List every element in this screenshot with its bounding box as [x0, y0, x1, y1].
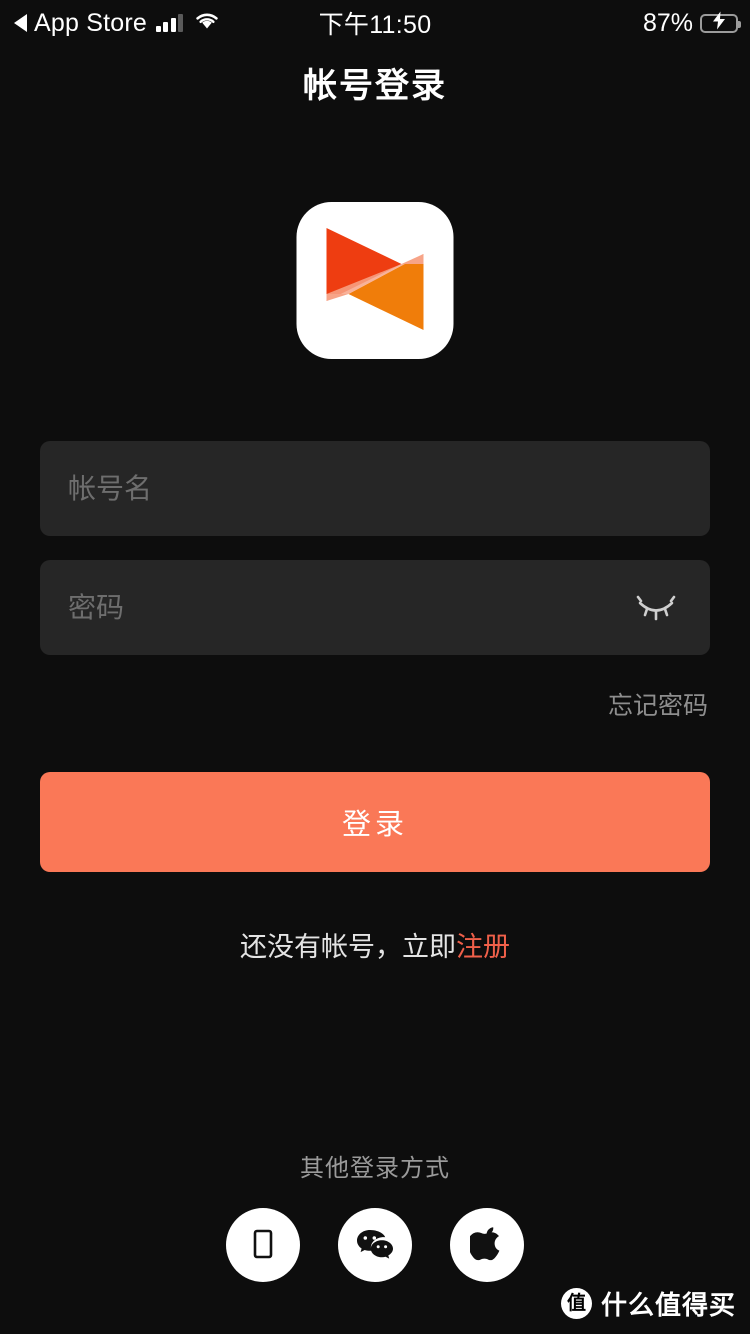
- wechat-icon: [355, 1226, 395, 1265]
- wechat-login-button[interactable]: [338, 1208, 412, 1282]
- apple-login-button[interactable]: [450, 1208, 524, 1282]
- watermark-badge: 值: [560, 1288, 592, 1319]
- login-screen: App Store 下午11:50 87% 帐号登录 帐号名 忘记密码 登录 还…: [0, 0, 750, 1334]
- register-prompt-text: 还没有帐号，立即: [240, 932, 456, 962]
- apple-icon: [467, 1225, 504, 1266]
- eye-closed-icon[interactable]: [630, 588, 682, 628]
- forgot-password-link[interactable]: 忘记密码: [608, 686, 708, 722]
- other-login-label: 其他登录方式: [300, 1155, 450, 1182]
- phone-login-button[interactable]: [226, 1208, 300, 1282]
- page-title: 帐号登录: [303, 67, 447, 105]
- status-bar-right: 87%: [642, 8, 741, 38]
- register-prompt: 还没有帐号，立即注册: [0, 925, 750, 964]
- social-login-row: [0, 1208, 750, 1282]
- watermark-text: 什么值得买: [600, 1290, 736, 1320]
- password-field-wrapper[interactable]: [40, 560, 710, 655]
- battery-charging-icon: [700, 11, 741, 33]
- phone-icon: [246, 1227, 280, 1264]
- account-input[interactable]: [68, 472, 682, 505]
- battery-percent-label: 87%: [642, 8, 693, 37]
- password-input[interactable]: [68, 591, 630, 624]
- status-bar-clock: 下午11:50: [318, 11, 432, 39]
- watermark: 值 什么值得买: [560, 1285, 736, 1322]
- app-logo: [296, 202, 454, 359]
- register-link[interactable]: 注册: [456, 932, 510, 962]
- account-field-wrapper[interactable]: [40, 441, 710, 536]
- login-button[interactable]: 登录: [40, 772, 710, 872]
- status-bar: App Store 下午11:50 87%: [0, 0, 750, 46]
